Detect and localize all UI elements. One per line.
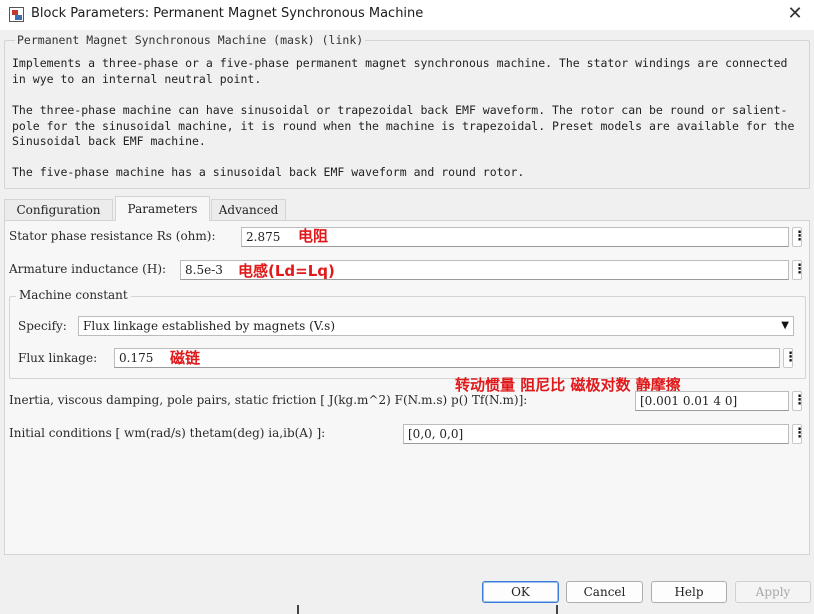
flux-linkage-more-icon[interactable] — [783, 348, 793, 368]
flux-linkage-label: Flux linkage: — [18, 351, 98, 365]
specify-dropdown[interactable]: Flux linkage established by magnets (V.s… — [78, 316, 794, 336]
initial-conditions-more-icon[interactable] — [792, 424, 802, 444]
flux-linkage-annotation: 磁链 — [170, 349, 201, 367]
inertia-field[interactable]: [0.001 0.01 4 0] — [635, 391, 789, 411]
armature-inductance-annotation: 电感(Ld=Lq) — [238, 262, 335, 280]
machine-constant-legend: Machine constant — [16, 288, 131, 302]
description-group: Permanent Magnet Synchronous Machine (ma… — [4, 33, 810, 189]
initial-conditions-field[interactable]: [0,0, 0,0] — [403, 424, 789, 444]
simulink-block-icon — [9, 7, 24, 22]
description-paragraph-1: Implements a three-phase or a five-phase… — [12, 56, 788, 86]
tab-parameters[interactable]: Parameters — [115, 196, 210, 221]
window-edge-mark — [556, 605, 558, 614]
stator-resistance-annotation: 电阻 — [298, 227, 329, 245]
help-button[interactable]: Help — [651, 581, 727, 603]
flux-linkage-field[interactable]: 0.175 — [114, 348, 780, 368]
stator-resistance-more-icon[interactable] — [792, 227, 802, 247]
ok-button[interactable]: OK — [482, 581, 559, 603]
initial-conditions-label: Initial conditions [ wm(rad/s) thetam(de… — [9, 426, 326, 440]
description-paragraph-3: The five-phase machine has a sinusoidal … — [12, 165, 525, 179]
stator-resistance-label: Stator phase resistance Rs (ohm): — [9, 229, 216, 243]
armature-inductance-label: Armature inductance (H): — [9, 262, 167, 276]
armature-inductance-more-icon[interactable] — [792, 260, 802, 280]
inertia-label: Inertia, viscous damping, pole pairs, st… — [9, 393, 528, 407]
description-paragraph-2: The three-phase machine can have sinusoi… — [12, 103, 795, 148]
specify-label: Specify: — [18, 319, 67, 333]
inertia-more-icon[interactable] — [792, 391, 802, 411]
close-icon[interactable]: ✕ — [782, 2, 808, 28]
description-legend: Permanent Magnet Synchronous Machine (ma… — [15, 33, 366, 47]
tab-configuration[interactable]: Configuration — [4, 199, 113, 221]
title-bar: Block Parameters: Permanent Magnet Synch… — [0, 0, 814, 30]
chevron-down-icon: ▼ — [781, 320, 789, 331]
window-edge-mark — [297, 605, 299, 614]
specify-dropdown-value: Flux linkage established by magnets (V.s… — [83, 319, 335, 333]
tab-advanced[interactable]: Advanced — [211, 199, 286, 221]
cancel-button[interactable]: Cancel — [566, 581, 643, 603]
window-title: Block Parameters: Permanent Magnet Synch… — [31, 6, 424, 21]
apply-button[interactable]: Apply — [735, 581, 811, 603]
